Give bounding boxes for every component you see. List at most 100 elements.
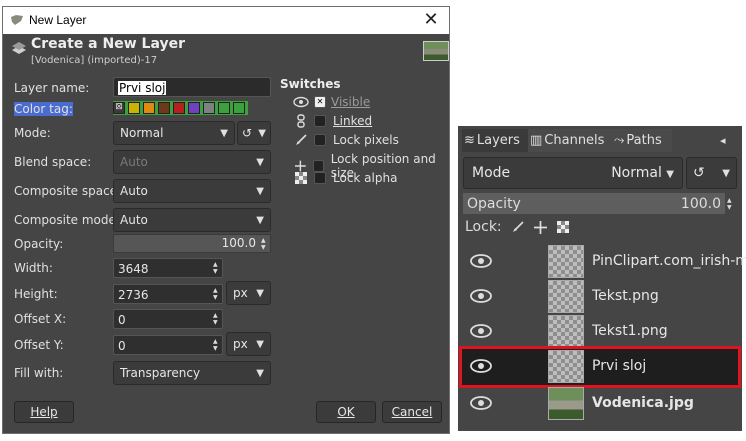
size-unit-value: px — [233, 286, 248, 300]
composite-space-combo[interactable]: Auto ▼ — [113, 179, 271, 203]
layer-name[interactable]: Tekst.png — [592, 288, 659, 304]
layer-thumbnail — [548, 280, 584, 313]
color-tag-orange[interactable] — [173, 102, 185, 114]
height-input[interactable]: 2736 — [113, 284, 223, 304]
linked-checkbox[interactable] — [314, 115, 326, 127]
dialog-header-title: Create a New Layer — [31, 36, 185, 52]
window-title: New Layer — [29, 13, 87, 27]
layer-row[interactable]: Tekst1.png — [462, 314, 738, 350]
fill-with-combo[interactable]: Transparency ▼ — [113, 361, 271, 385]
lock-alpha-checkbox[interactable] — [314, 172, 326, 184]
eye-icon[interactable] — [470, 396, 492, 410]
color-tag-red[interactable] — [203, 102, 215, 114]
layer-thumbnail — [548, 315, 584, 348]
switches-title: Switches — [280, 77, 341, 91]
fill-with-label: Fill with: — [14, 366, 64, 380]
chevron-down-icon: ▼ — [666, 169, 674, 180]
offset-unit-combo[interactable]: px ▼ — [226, 332, 271, 356]
lock-alpha-icon[interactable] — [556, 221, 569, 233]
reset-icon: ↺ — [242, 126, 253, 140]
color-tag-yellow[interactable] — [158, 102, 170, 114]
lock-pixels-switch[interactable]: Lock pixels — [295, 133, 399, 147]
chevron-down-icon: ▼ — [722, 167, 730, 179]
height-value: 2736 — [118, 288, 149, 302]
layer-name[interactable]: PinClipart.com_irish-m — [592, 253, 746, 269]
layer-mode-combo[interactable]: Mode Normal ▼ — [463, 157, 683, 189]
layer-name-input[interactable]: Prvi sloj — [113, 77, 271, 97]
offset-x-input[interactable]: 0 — [113, 309, 223, 329]
eye-icon — [293, 96, 309, 108]
layer-row-selected[interactable]: Prvi sloj — [459, 346, 741, 388]
layers-icon: ≋ — [464, 133, 475, 148]
layer-name[interactable]: Tekst1.png — [592, 323, 668, 339]
color-tag-violet[interactable] — [218, 102, 230, 114]
width-value: 3648 — [118, 262, 149, 276]
help-button[interactable]: Help — [14, 401, 74, 423]
eye-icon[interactable] — [470, 254, 492, 268]
opacity-spin-arrows-icon[interactable]: ▲ ▼ — [727, 195, 732, 212]
layer-opacity-value: 100.0 — [680, 195, 721, 212]
ok-button[interactable]: OK — [316, 401, 376, 423]
panel-menu-icon[interactable]: ◂ — [720, 129, 734, 152]
opacity-scale[interactable]: 100.0 — [113, 234, 271, 253]
composite-space-value: Auto — [120, 184, 148, 198]
layer-row[interactable]: Tekst.png — [462, 279, 738, 315]
opacity-spin-arrows-icon[interactable]: ▲ ▼ — [261, 236, 266, 252]
color-tag-gray[interactable] — [233, 102, 245, 114]
lock-alpha-switch[interactable]: Lock alpha — [295, 171, 397, 185]
offset-x-spin-arrows-icon[interactable]: ▲ ▼ — [213, 311, 218, 327]
offset-y-label: Offset Y: — [14, 338, 64, 352]
layer-mode-group-button[interactable]: ↺ ▼ — [686, 157, 737, 189]
width-input[interactable]: 3648 — [113, 258, 223, 278]
tab-paths[interactable]: ⤳ Paths — [612, 129, 672, 152]
title-bar: New Layer ✕ — [3, 7, 449, 34]
color-tag-blue[interactable] — [128, 102, 140, 114]
width-spin-arrows-icon[interactable]: ▲ ▼ — [213, 260, 218, 276]
checkerboard-icon — [295, 172, 307, 184]
mode-group-button[interactable]: ↺ ▼ — [237, 121, 271, 145]
layer-row[interactable]: Vodenica.jpg — [462, 386, 738, 422]
cancel-button[interactable]: Cancel — [382, 401, 442, 423]
mode-combo[interactable]: Normal ▼ — [113, 121, 235, 145]
color-tag-brown[interactable] — [188, 102, 200, 114]
visible-checkbox[interactable]: ✕ — [314, 96, 326, 108]
layer-thumbnail — [548, 245, 584, 278]
lock-pixels-icon[interactable] — [512, 221, 524, 233]
blend-space-combo[interactable]: Auto ▼ — [113, 150, 271, 174]
layer-opacity-label: Opacity — [467, 195, 521, 212]
eye-icon[interactable] — [470, 289, 492, 303]
chevron-down-icon: ▼ — [256, 185, 264, 197]
offset-y-input[interactable]: 0 — [113, 335, 223, 355]
lock-pixels-checkbox[interactable] — [314, 134, 326, 146]
paths-icon: ⤳ — [614, 133, 625, 148]
no-color-tag[interactable]: ⊠ — [113, 102, 125, 114]
channels-icon: ▥ — [530, 133, 543, 148]
chevron-down-icon: ▼ — [258, 127, 266, 139]
size-unit-combo[interactable]: px ▼ — [226, 281, 271, 305]
layer-opacity-scale[interactable]: Opacity 100.0 — [463, 193, 725, 214]
composite-mode-combo[interactable]: Auto ▼ — [113, 208, 271, 232]
layer-row[interactable]: PinClipart.com_irish-m — [462, 244, 746, 280]
new-layer-dialog: New Layer ✕ Create a New Layer [Vodenica… — [2, 6, 450, 434]
opacity-value: 100.0 — [221, 236, 256, 250]
reset-icon: ↺ — [693, 165, 705, 181]
eye-icon[interactable] — [470, 359, 492, 373]
offset-y-spin-arrows-icon[interactable]: ▲ ▼ — [213, 337, 218, 353]
composite-mode-value: Auto — [120, 213, 148, 227]
dialog-header-subtitle: [Vodenica] (imported)-17 — [31, 55, 158, 66]
layer-name[interactable]: Vodenica.jpg — [592, 395, 694, 411]
linked-switch[interactable]: Linked — [295, 114, 372, 128]
tab-channels[interactable]: ▥ Channels — [528, 129, 612, 152]
lock-position-icon[interactable] — [533, 220, 547, 234]
chain-link-icon — [297, 114, 305, 128]
tab-layers[interactable]: ≋ Layers — [462, 129, 528, 152]
visible-label: Visible — [331, 95, 371, 109]
eye-icon[interactable] — [470, 324, 492, 338]
color-tag-green[interactable] — [143, 102, 155, 114]
close-icon[interactable]: ✕ — [421, 9, 441, 30]
offset-y-value: 0 — [118, 339, 126, 353]
height-spin-arrows-icon[interactable]: ▲ ▼ — [213, 286, 218, 302]
layer-name[interactable]: Prvi sloj — [592, 358, 646, 374]
blend-space-label: Blend space: — [14, 155, 92, 169]
visible-switch[interactable]: ✕ Visible — [293, 95, 370, 109]
